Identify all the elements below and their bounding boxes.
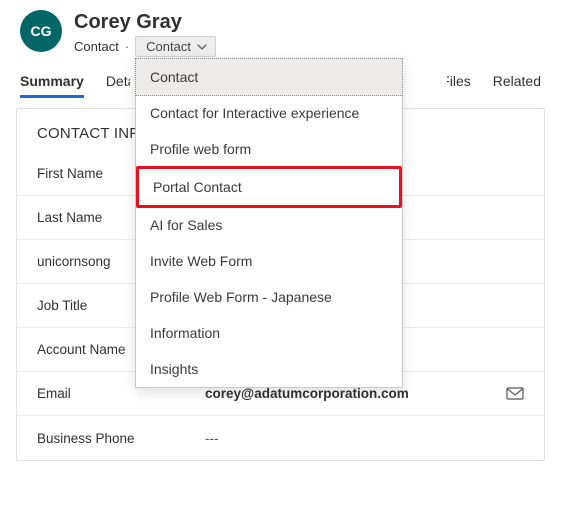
form-switcher-menu[interactable]: Contact Contact for Interactive experien… [135,58,403,388]
tab-summary[interactable]: Summary [20,73,84,98]
menu-item-invite-web-form[interactable]: Invite Web Form [136,243,402,279]
menu-item-profile-web-form[interactable]: Profile web form [136,131,402,167]
field-business-phone[interactable]: Business Phone --- [17,416,544,460]
avatar: CG [20,10,62,52]
form-switcher-label: Contact [146,39,191,54]
menu-item-portal-contact[interactable]: Portal Contact [136,166,402,208]
entity-type-label: Contact [74,39,119,54]
tab-related[interactable]: Related [493,73,541,98]
field-label: Business Phone [37,431,197,446]
page-title: Corey Gray [74,10,545,34]
menu-item-insights[interactable]: Insights [136,351,402,387]
field-value[interactable]: --- [205,431,524,446]
field-label: Email [37,386,197,401]
tab-details[interactable]: Details [106,73,130,98]
menu-item-information[interactable]: Information [136,315,402,351]
tab-files[interactable]: Files [447,73,471,98]
record-header: CG Corey Gray Contact · Contact [0,0,561,61]
separator-dot: · [125,39,129,54]
field-value[interactable]: corey@adatumcorporation.com [205,386,494,401]
form-switcher-button[interactable]: Contact [135,36,216,57]
menu-item-contact[interactable]: Contact [135,58,403,96]
menu-item-ai-for-sales[interactable]: AI for Sales [136,207,402,243]
send-email-icon[interactable] [502,387,524,401]
menu-item-profile-web-form-jp[interactable]: Profile Web Form - Japanese [136,279,402,315]
menu-item-contact-interactive[interactable]: Contact for Interactive experience [136,95,402,131]
chevron-down-icon [197,42,207,52]
